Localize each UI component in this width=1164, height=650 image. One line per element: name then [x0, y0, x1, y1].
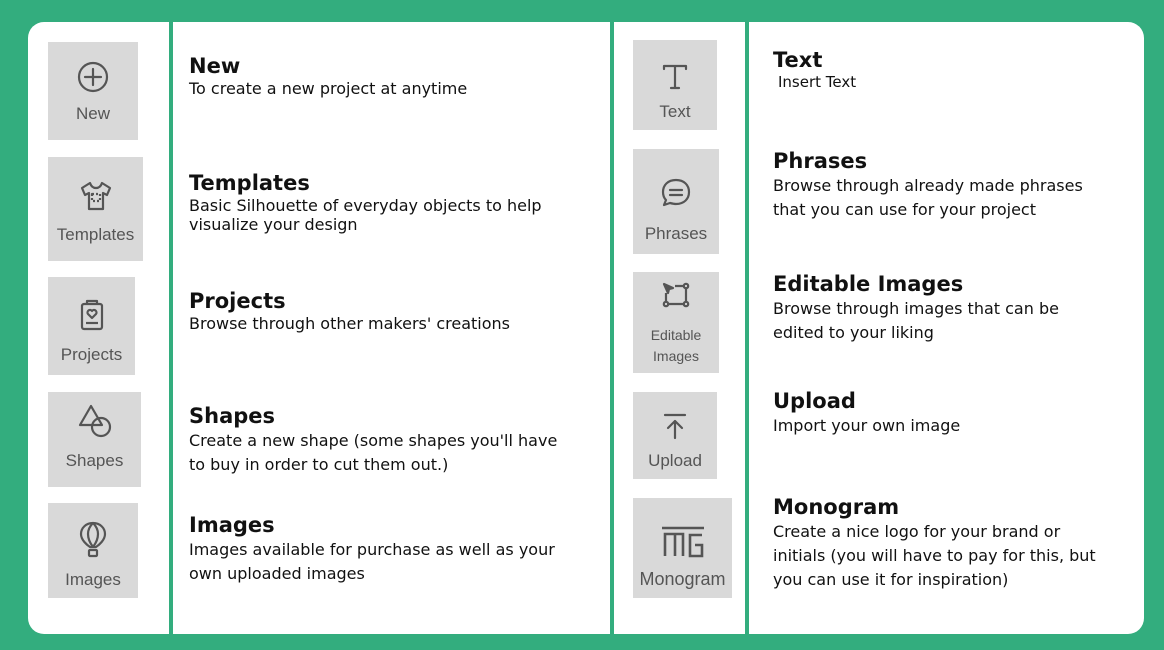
- editable-images-tool-label-line2: Images: [653, 348, 699, 364]
- monogram-description: Monogram Create a nice logo for your bra…: [773, 494, 1103, 592]
- shirt-icon: [79, 179, 113, 213]
- monogram-title: Monogram: [773, 495, 900, 519]
- phrases-title: Phrases: [773, 149, 868, 173]
- images-title: Images: [189, 513, 275, 537]
- projects-title: Projects: [189, 289, 286, 313]
- upload-description: Upload Import your own image: [773, 388, 1103, 438]
- phrases-description: Phrases Browse through already made phra…: [773, 148, 1103, 222]
- editable-images-tool-tile[interactable]: Editable Images: [633, 272, 719, 373]
- new-description: New To create a new project at anytime: [189, 53, 549, 98]
- images-tool-tile[interactable]: Images: [48, 503, 138, 598]
- templates-text: Basic Silhouette of everyday objects to …: [189, 196, 542, 234]
- shapes-description: Shapes Create a new shape (some shapes y…: [189, 403, 569, 477]
- editable-images-title: Editable Images: [773, 272, 964, 296]
- shapes-tool-label: Shapes: [65, 451, 124, 470]
- phrases-tool-label: Phrases: [644, 224, 708, 243]
- balloon-icon: [77, 520, 109, 558]
- upload-tool-tile[interactable]: Upload: [633, 392, 717, 479]
- editable-image-icon: [661, 281, 691, 309]
- templates-title: Templates: [189, 171, 310, 195]
- text-text: Insert Text: [778, 73, 857, 91]
- monogram-tool-label: Monogram: [639, 569, 726, 589]
- upload-title: Upload: [773, 389, 856, 413]
- column-divider: [745, 22, 749, 634]
- text-description: Text Insert Text: [773, 47, 1103, 92]
- images-text: Images available for purchase as well as…: [189, 540, 555, 583]
- column-divider: [169, 22, 173, 634]
- templates-tool-tile[interactable]: Templates: [48, 157, 143, 261]
- upload-icon: [660, 411, 690, 441]
- shapes-icon: [77, 403, 113, 439]
- templates-tool-label: Templates: [56, 225, 135, 244]
- projects-description: Projects Browse through other makers' cr…: [189, 288, 549, 333]
- editable-images-text: Browse through images that can be edited…: [773, 299, 1059, 342]
- templates-description: Templates Basic Silhouette of everyday o…: [189, 170, 549, 234]
- new-tool-tile[interactable]: New: [48, 42, 138, 140]
- new-text: To create a new project at anytime: [189, 79, 468, 98]
- project-heart-icon: [76, 299, 108, 333]
- projects-text: Browse through other makers' creations: [189, 314, 510, 333]
- monogram-icon: [660, 525, 706, 559]
- monogram-tool-tile[interactable]: Monogram: [633, 498, 732, 598]
- images-description: Images Images available for purchase as …: [189, 512, 569, 586]
- images-tool-label: Images: [65, 570, 121, 589]
- upload-text: Import your own image: [773, 416, 961, 435]
- new-tool-label: New: [75, 104, 110, 123]
- column-divider: [610, 22, 614, 634]
- text-tool-tile[interactable]: Text: [633, 40, 717, 130]
- phrases-tool-tile[interactable]: Phrases: [633, 149, 719, 254]
- monogram-text: Create a nice logo for your brand or ini…: [773, 522, 1096, 589]
- editable-images-description: Editable Images Browse through images th…: [773, 271, 1103, 345]
- editable-images-tool-label-line1: Editable: [650, 327, 702, 343]
- text-t-icon: [659, 60, 691, 92]
- shapes-tool-tile[interactable]: Shapes: [48, 392, 141, 487]
- shapes-title: Shapes: [189, 404, 276, 428]
- plus-circle-icon: [76, 60, 110, 94]
- projects-tool-tile[interactable]: Projects: [48, 277, 135, 375]
- text-tool-label: Text: [659, 102, 691, 121]
- upload-tool-label: Upload: [648, 451, 702, 470]
- phrases-text: Browse through already made phrases that…: [773, 176, 1083, 219]
- text-title: Text: [773, 48, 823, 72]
- new-title: New: [189, 54, 241, 78]
- shapes-text: Create a new shape (some shapes you'll h…: [189, 431, 558, 474]
- speech-bubble-icon: [659, 176, 693, 210]
- projects-tool-label: Projects: [60, 345, 123, 364]
